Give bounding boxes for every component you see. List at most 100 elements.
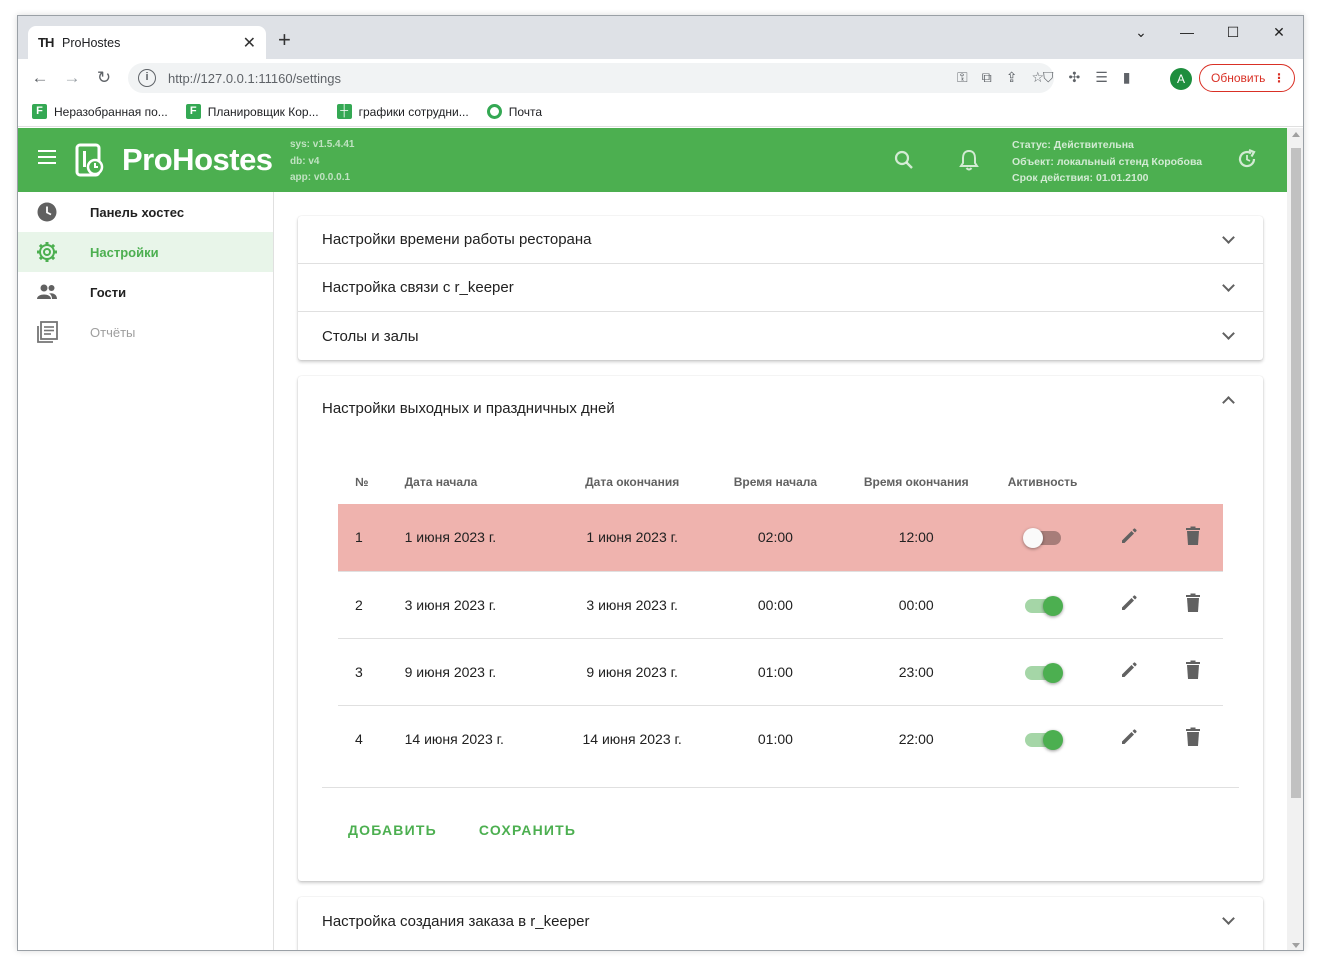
media-control-icon[interactable]: ☰ xyxy=(1095,69,1108,86)
browser-window: TH ProHostes ✕ + ⌄ — ☐ ✕ ← → ↻ i http://… xyxy=(17,15,1304,951)
mail-icon xyxy=(486,104,502,119)
tab-search-icon[interactable]: ⌄ xyxy=(1118,22,1164,42)
panel-holidays: Настройки выходных и праздничных дней № … xyxy=(298,376,1263,881)
table-row: 4 14 июня 2023 г. 14 июня 2023 г. 01:00 22:0… xyxy=(338,705,1223,772)
panel-actions: ДОБАВИТЬ СОХРАНИТЬ xyxy=(332,812,592,848)
url-text[interactable]: http://127.0.0.1:11160/settings xyxy=(168,71,341,86)
toggle-knob xyxy=(1042,595,1063,616)
edit-pencil-icon[interactable] xyxy=(1119,727,1139,750)
holidays-table: № Дата начала Дата окончания Время начал… xyxy=(338,460,1223,772)
tab-favicon-icon: TH xyxy=(38,35,54,50)
bookmarks-bar: F Неразобранная по... F Планировщик Кор.… xyxy=(18,97,1303,127)
cell-start-date: 14 июня 2023 г. xyxy=(404,730,504,747)
cell-start-date: 3 июня 2023 г. xyxy=(387,571,556,639)
bookmark-label: Планировщик Кор... xyxy=(207,104,319,119)
cell-active xyxy=(990,504,1095,572)
panel-rkeeper-connection[interactable]: Настройка связи с r_keeper xyxy=(298,264,1263,312)
bookmark-item[interactable]: F Планировщик Кор... xyxy=(185,104,319,119)
cell-delete xyxy=(1164,705,1223,772)
cell-end-date: 9 июня 2023 г. xyxy=(555,638,709,706)
column-header-empty xyxy=(1164,460,1223,504)
sidebar-item-reports[interactable]: Отчёты xyxy=(18,312,273,352)
site-info-icon[interactable]: i xyxy=(138,69,156,87)
cell-number: 4 xyxy=(355,730,363,747)
delete-trash-icon[interactable] xyxy=(1185,593,1201,616)
share-icon[interactable]: ⇪ xyxy=(1006,69,1018,86)
new-tab-button[interactable]: + xyxy=(278,29,291,51)
cell-end-date: 14 июня 2023 г. xyxy=(582,730,682,747)
tab-title: ProHostes xyxy=(62,35,121,50)
active-toggle[interactable] xyxy=(1022,528,1061,549)
save-button[interactable]: СОХРАНИТЬ xyxy=(463,812,592,848)
edit-pencil-icon[interactable] xyxy=(1119,593,1139,616)
active-toggle[interactable] xyxy=(1024,662,1063,683)
search-icon[interactable] xyxy=(894,150,914,170)
hamburger-menu-icon[interactable] xyxy=(38,150,56,168)
panel-tables-halls[interactable]: Столы и залы xyxy=(298,312,1263,360)
delete-trash-icon[interactable] xyxy=(1185,727,1201,750)
bookmark-item[interactable]: ┼ графики сотрудни... xyxy=(336,104,469,119)
delete-trash-icon[interactable] xyxy=(1185,526,1201,549)
sidebar-item-settings[interactable]: Настройки xyxy=(18,232,273,272)
translate-icon[interactable]: ⧉ xyxy=(982,69,992,86)
address-bar[interactable]: i http://127.0.0.1:11160/settings ⚿ ⧉ ⇪ … xyxy=(128,63,1054,93)
more-menu-icon[interactable]: ⋮ xyxy=(1273,71,1285,85)
panel-title: Настройка связи с r_keeper xyxy=(322,279,514,296)
collapsed-panels: Настройки времени работы ресторана Настр… xyxy=(298,216,1263,360)
puzzle-extensions-icon[interactable]: ✣ xyxy=(1069,69,1081,86)
cell-end-time: 12:00 xyxy=(842,504,991,572)
forward-button[interactable]: → xyxy=(56,68,88,88)
app-bar: ProHostes sys: v1.5.4.41 db: v4 app: v0.… xyxy=(18,128,1287,192)
edit-pencil-icon[interactable] xyxy=(1119,660,1139,683)
sidebar-item-hostess-panel[interactable]: Панель хостес xyxy=(18,192,273,232)
version-info: sys: v1.5.4.41 db: v4 app: v0.0.0.1 xyxy=(290,137,355,187)
sidebar: Панель хостес Настройки Гости Отчёты xyxy=(18,192,274,950)
add-button[interactable]: ДОБАВИТЬ xyxy=(332,812,453,848)
people-icon xyxy=(36,281,58,303)
delete-trash-icon[interactable] xyxy=(1185,660,1201,683)
panel-title: Настройки выходных и праздничных дней xyxy=(322,399,615,417)
scroll-down-arrow[interactable] xyxy=(1292,943,1300,948)
panel-holidays-header[interactable]: Настройки выходных и праздничных дней xyxy=(298,376,1263,440)
object-text: Объект: локальный стенд Коробова xyxy=(1012,155,1203,168)
panel-restaurant-hours[interactable]: Настройки времени работы ресторана xyxy=(298,216,1263,264)
planner-icon: F xyxy=(32,104,47,119)
browser-tab[interactable]: TH ProHostes ✕ xyxy=(28,26,266,59)
minimize-button[interactable]: — xyxy=(1164,22,1210,42)
cell-start-time: 01:00 xyxy=(708,638,843,706)
shield-extension-icon[interactable]: ⛉ xyxy=(1043,69,1054,86)
bell-icon[interactable] xyxy=(958,148,980,172)
panel-title: Настройка создания заказа в r_keeper xyxy=(322,912,590,930)
browser-toolbar: ← → ↻ i http://127.0.0.1:11160/settings … xyxy=(18,59,1303,97)
maximize-button[interactable]: ☐ xyxy=(1210,22,1256,42)
key-icon[interactable]: ⚿ xyxy=(957,69,968,86)
sidebar-item-guests[interactable]: Гости xyxy=(18,272,273,312)
bookmark-item[interactable]: Почта xyxy=(486,104,542,119)
side-panel-icon[interactable]: ▮ xyxy=(1123,69,1131,86)
cell-start-date: 9 июня 2023 г. xyxy=(387,638,556,706)
page-scrollbar[interactable] xyxy=(1287,128,1303,950)
profile-avatar[interactable]: A xyxy=(1170,68,1192,90)
sys-version: sys: v1.5.4.41 xyxy=(290,139,355,150)
scroll-up-arrow[interactable] xyxy=(1292,132,1300,137)
cell-end-date: 1 июня 2023 г. xyxy=(555,504,709,572)
edit-pencil-icon[interactable] xyxy=(1119,526,1139,549)
cell-start-time: 01:00 xyxy=(757,730,793,747)
refresh-icon[interactable] xyxy=(1236,148,1258,170)
license-status: Статус: Действительна Объект: локальный … xyxy=(1012,137,1202,187)
close-window-button[interactable]: ✕ xyxy=(1256,22,1302,42)
active-toggle[interactable] xyxy=(1024,595,1063,616)
tab-close-icon[interactable]: ✕ xyxy=(243,33,256,53)
back-button[interactable]: ← xyxy=(24,68,56,88)
reload-button[interactable]: ↻ xyxy=(88,68,120,88)
active-toggle[interactable] xyxy=(1024,729,1063,750)
update-browser-button[interactable]: Обновить ⋮ xyxy=(1199,64,1295,92)
status-text: Статус: Действительна xyxy=(1012,139,1134,151)
panel-rkeeper-orders-header[interactable]: Настройка создания заказа в r_keeper xyxy=(298,897,1263,945)
bookmark-label: Неразобранная по... xyxy=(54,104,168,119)
bookmark-item[interactable]: F Неразобранная по... xyxy=(32,104,168,119)
cell-end-time: 23:00 xyxy=(842,638,991,706)
cell-start-time: 02:00 xyxy=(708,504,843,572)
scrollbar-thumb[interactable] xyxy=(1291,148,1301,798)
column-header: Время начала xyxy=(733,475,818,489)
